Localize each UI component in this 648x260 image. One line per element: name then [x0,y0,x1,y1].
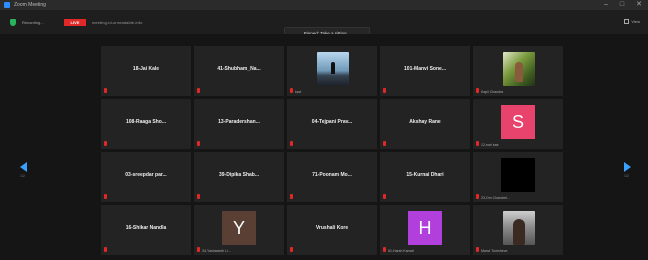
participant-tile[interactable]: H 61-Harsh Kanvel [380,205,470,255]
meeting-id: meeting-id-unreadable-info [92,20,143,25]
muted-mic-icon [383,141,386,146]
muted-mic-icon [104,247,107,252]
participant-tile[interactable]: 108-Raaga Sho... [101,99,191,149]
muted-mic-icon [383,194,386,199]
participant-name: 04-Tejpani Prav... [311,119,353,125]
window-controls: – □ ✕ [604,1,642,9]
participant-name: 13-Paradershan... [218,119,260,125]
participant-name: Vrushali Kore [315,225,349,231]
muted-mic-icon [290,141,293,146]
participant-caption: 34-Yashwanth Li... [202,249,231,253]
gallery-stage: 1/2 18-Jai Kale 41-Shubham_Na...kavi 101-M… [0,34,648,260]
participant-name: 39-Dipika Shab... [218,172,259,178]
muted-mic-icon [290,247,293,252]
maximize-button[interactable]: □ [620,1,624,9]
meeting-toolbar: Recording... LIVE meeting-id-unreadable-… [0,10,648,40]
close-button[interactable]: ✕ [636,1,642,9]
participant-tile[interactable]: Kapil Chandra [473,46,563,96]
participant-tile[interactable]: Y 34-Yashwanth Li... [194,205,284,255]
muted-mic-icon [383,247,386,252]
participant-name: 108-Raaga Sho... [125,119,166,125]
participant-tile[interactable]: 16-Shikar Nandla [101,205,191,255]
muted-mic-icon [197,88,200,93]
chevron-right-icon [624,162,631,172]
video-off-placeholder [501,158,535,192]
participant-tile[interactable]: 04-Tejpani Prav... [287,99,377,149]
participant-name: 71-Poonam Mo... [312,172,352,178]
avatar: S [501,105,535,139]
participant-tile[interactable]: 39-Dipika Shab... [194,152,284,202]
muted-mic-icon [197,141,200,146]
muted-mic-icon [476,194,479,199]
previous-page-button[interactable]: 1/2 [20,162,30,186]
participant-name: 41-Shubham_Na... [217,66,261,72]
grid-view-icon [624,19,630,24]
window-title-bar: Zoom Meeting – □ ✕ [0,0,648,10]
participant-tile[interactable]: Vrushali Kore [287,205,377,255]
participant-tile[interactable]: 03-sreepdar par... [101,152,191,202]
muted-mic-icon [383,88,386,93]
security-shield-icon[interactable] [10,19,16,26]
participant-caption: 61-Harsh Kanvel [388,249,415,253]
person-figure [513,219,525,245]
participant-name: 03-sreepdar par... [125,172,167,178]
participant-tile[interactable]: 18-Jai Kale [101,46,191,96]
participant-name: 15-Kurnai Dhari [406,172,444,178]
participant-name: 101-Manvi Sone... [404,66,446,72]
avatar: Y [222,211,256,245]
minimize-button[interactable]: – [604,1,608,9]
muted-mic-icon [104,141,107,146]
avatar: H [408,211,442,245]
participant-tile[interactable]: kavi [287,46,377,96]
live-badge: LIVE [64,19,86,26]
participant-tile[interactable]: S 12-ruel sae [473,99,563,149]
participant-tile[interactable]: Akshay Rane [380,99,470,149]
window-title: Zoom Meeting [14,2,46,8]
person-figure [515,62,523,82]
chevron-left-icon [20,162,27,172]
muted-mic-icon [476,141,479,146]
person-figure [331,62,335,74]
participant-tile[interactable]: 71-Poonam Mo... [287,152,377,202]
prev-page-label: 1/2 [20,174,25,178]
muted-mic-icon [197,247,200,252]
participant-caption: Kapil Chandra [481,90,504,94]
participant-tile[interactable]: 13-Paradershan... [194,99,284,149]
participant-name: 16-Shikar Nandla [125,225,167,231]
participant-video [503,52,535,86]
muted-mic-icon [104,88,107,93]
next-page-button[interactable]: 1/2 [624,162,634,186]
participant-tile[interactable]: 23-Om Chandrel... [473,152,563,202]
participant-caption: 23-Om Chandrel... [481,196,510,200]
muted-mic-icon [104,194,107,199]
participant-tile[interactable]: Manvi Tumsheve [473,205,563,255]
recording-status: Recording... [22,20,44,25]
zoom-logo-icon [4,2,10,8]
participant-grid: 18-Jai Kale 41-Shubham_Na...kavi 101-Manvi… [101,46,563,255]
participant-video [503,211,535,245]
view-button[interactable]: View [624,19,640,24]
muted-mic-icon [476,247,479,252]
next-page-label: 1/2 [624,174,629,178]
participant-caption: 12-ruel sae [481,143,499,147]
participant-name: 18-Jai Kale [132,66,160,72]
muted-mic-icon [197,194,200,199]
participant-caption: Manvi Tumsheve [481,249,508,253]
participant-tile[interactable]: 15-Kurnai Dhari [380,152,470,202]
participant-caption: kavi [295,90,302,94]
muted-mic-icon [476,88,479,93]
participant-video [317,52,349,86]
muted-mic-icon [290,88,293,93]
participant-tile[interactable]: 41-Shubham_Na... [194,46,284,96]
participant-tile[interactable]: 101-Manvi Sone... [380,46,470,96]
view-label: View [631,19,640,24]
muted-mic-icon [290,194,293,199]
participant-name: Akshay Rane [409,119,441,125]
